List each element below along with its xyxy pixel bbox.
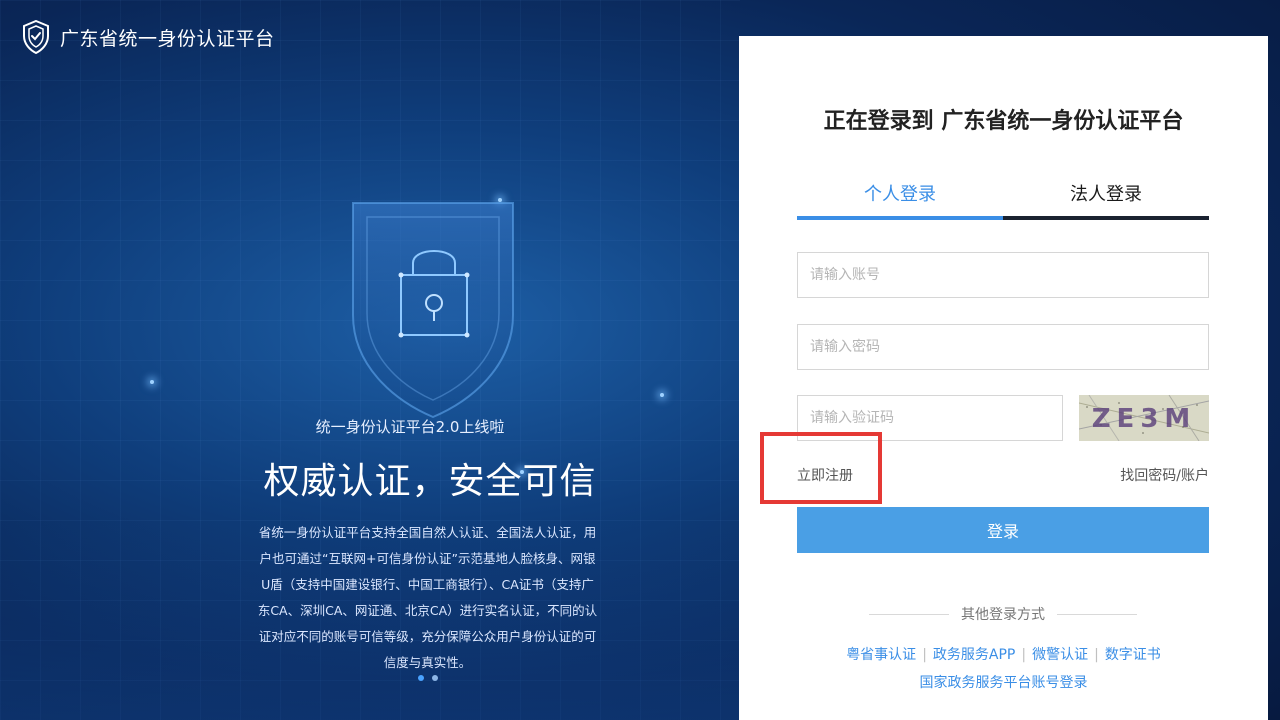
login-method-gov-app[interactable]: 政务服务APP (933, 647, 1015, 663)
hero-subtitle: 统一身份认证平台2.0上线啦 (315, 418, 505, 436)
login-method-digital-cert[interactable]: 数字证书 (1105, 647, 1161, 663)
carousel-dots (418, 675, 438, 681)
login-card: 正在登录到 广东省统一身份认证平台 个人登录 法人登录 ZE3M 立即注册 (739, 36, 1268, 720)
other-login-divider: 其他登录方式 (869, 604, 1137, 624)
tab-personal-login[interactable]: 个人登录 (797, 176, 1003, 220)
highlight-box (760, 432, 882, 504)
shield-lock-icon (352, 202, 514, 419)
national-platform-login-link[interactable]: 国家政务服务平台账号登录 (920, 675, 1088, 691)
login-page: 广东省统一身份认证平台 统一身份认证平台2.0上线啦 权威认证，安全可信 省统一… (0, 0, 1280, 720)
other-login-methods: 粤省事认证 | 政务服务APP | 微警认证 | 数字证书 (739, 644, 1268, 664)
account-input[interactable] (797, 252, 1209, 298)
glow-dot (150, 380, 154, 384)
brand[interactable]: 广东省统一身份认证平台 (22, 20, 275, 54)
carousel-dot-1[interactable] (418, 675, 424, 681)
carousel-dot-2[interactable] (432, 675, 438, 681)
forgot-password-link[interactable]: 找回密码/账户 (1120, 465, 1209, 485)
login-title: 正在登录到 广东省统一身份认证平台 (823, 109, 1184, 134)
tab-corporate-login[interactable]: 法人登录 (1003, 176, 1209, 220)
shield-check-icon (23, 20, 49, 54)
other-login-title: 其他登录方式 (961, 607, 1045, 623)
separator: | (922, 647, 927, 663)
separator: | (1021, 647, 1027, 663)
shield-lock-illustration (343, 195, 523, 425)
glow-dot (660, 393, 664, 397)
separator: | (1094, 647, 1099, 663)
login-method-police[interactable]: 微警认证 (1032, 647, 1088, 663)
hero-title: 权威认证，安全可信 (263, 461, 597, 502)
divider-line (869, 613, 949, 615)
brand-name: 广东省统一身份认证平台 (60, 27, 275, 50)
hero-description: 省统一身份认证平台支持全国自然人认证、全国法人认证，用户也可通过“互联网+可信身… (257, 525, 598, 670)
captcha-image[interactable]: ZE3M (1079, 395, 1209, 441)
divider-line (1057, 613, 1137, 615)
login-tabs: 个人登录 法人登录 (797, 176, 1209, 220)
captcha-text: ZE3M (1092, 404, 1197, 434)
login-method-yueshengshi[interactable]: 粤省事认证 (846, 647, 916, 663)
password-input[interactable] (797, 324, 1209, 370)
national-login: 国家政务服务平台账号登录 (739, 672, 1268, 692)
login-button[interactable]: 登录 (797, 507, 1209, 553)
